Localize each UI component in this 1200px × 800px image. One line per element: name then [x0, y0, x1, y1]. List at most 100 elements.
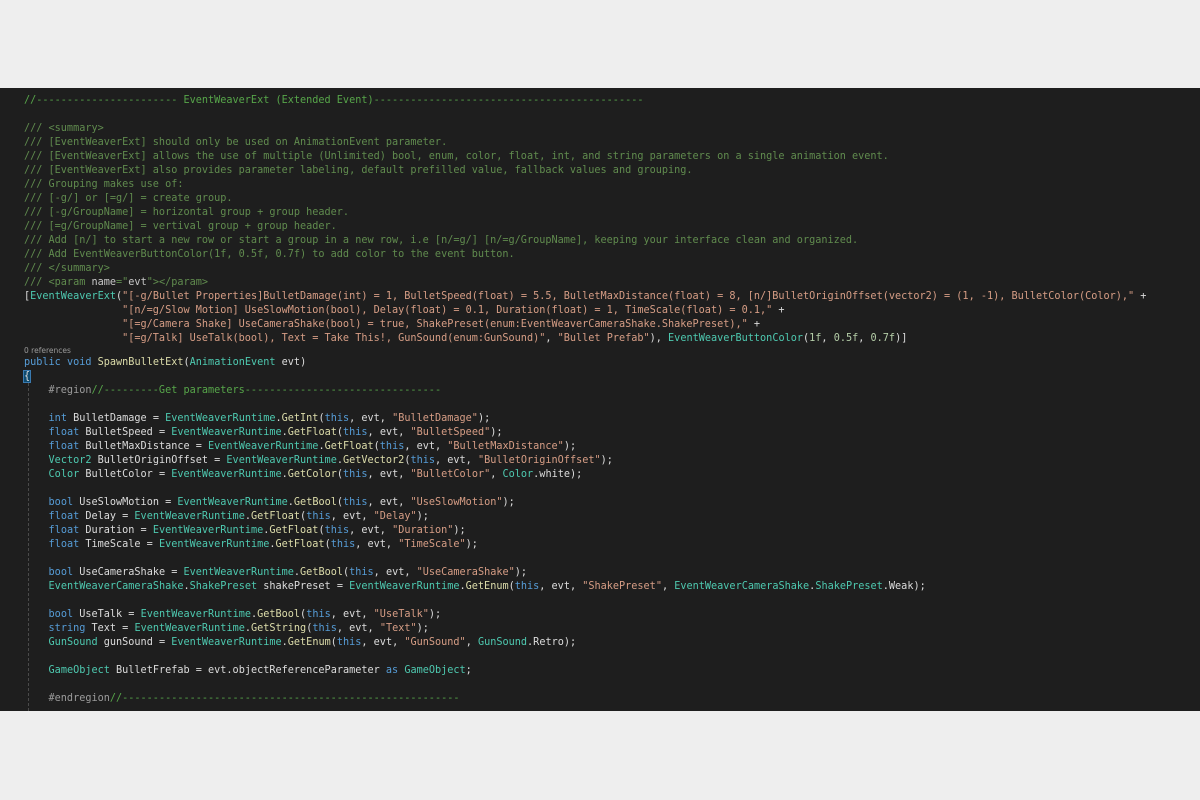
code-line[interactable]: int BulletDamage = EventWeaverRuntime.Ge…	[24, 412, 491, 426]
code-token: bool	[48, 567, 74, 578]
codelens-references[interactable]: 0 references	[24, 346, 71, 356]
code-line[interactable]: /// Add EventWeaverButtonColor(1f, 0.5f,…	[24, 248, 515, 262]
code-token: "UseCameraShake"	[416, 567, 515, 578]
code-line[interactable]: Color BulletColor = EventWeaverRuntime.G…	[24, 468, 583, 482]
code-token: BulletOriginOffset =	[91, 455, 227, 466]
code-token: GunSound	[477, 637, 528, 648]
code-token: GetFloat	[269, 525, 319, 536]
code-line[interactable]: Vector2 BulletOriginOffset = EventWeaver…	[24, 454, 613, 468]
code-line[interactable]: /// [EventWeaverExt] should only be used…	[24, 136, 447, 150]
code-line[interactable]: /// [EventWeaverExt] allows the use of m…	[24, 150, 889, 164]
code-token: , evt,	[367, 469, 411, 480]
code-line[interactable]: bool UseTalk = EventWeaverRuntime.GetBoo…	[24, 608, 442, 622]
code-token: "ShakePreset"	[582, 581, 662, 592]
code-line[interactable]: //----------------------- EventWeaverExt…	[24, 94, 643, 108]
code-token: GetFloat	[250, 511, 301, 522]
code-token: ,	[545, 333, 558, 344]
code-token: /// Grouping makes use of:	[24, 179, 184, 190]
code-token: GetBool	[300, 567, 343, 578]
code-line[interactable]: /// [EventWeaverExt] also provides param…	[24, 164, 693, 178]
code-token: "BulletMaxDistance"	[447, 441, 564, 452]
code-line[interactable]: string Text = EventWeaverRuntime.GetStri…	[24, 622, 429, 636]
code-line[interactable]: float TimeScale = EventWeaverRuntime.Get…	[24, 538, 478, 552]
code-line[interactable]: #endregion//----------------------------…	[24, 692, 460, 706]
code-token: );	[416, 511, 429, 522]
code-token: GetFloat	[275, 539, 325, 550]
code-token: EventWeaverRuntime	[165, 413, 276, 424]
code-line[interactable]: /// Add [n/] to start a new row or start…	[24, 234, 858, 248]
code-line[interactable]: public void SpawnBulletExt(AnimationEven…	[24, 356, 306, 370]
code-editor[interactable]: 0 references //----------------------- E…	[0, 88, 1200, 711]
code-token: +	[772, 305, 785, 316]
code-line[interactable]: /// [=g/GroupName] = vertival group + gr…	[24, 220, 337, 234]
code-token: TimeScale =	[79, 539, 159, 550]
code-line[interactable]: float BulletSpeed = EventWeaverRuntime.G…	[24, 426, 503, 440]
code-token: GetEnum	[287, 637, 331, 648]
code-token: 0.7f	[870, 333, 896, 344]
code-line[interactable]: [EventWeaverExt("[-g/Bullet Properties]B…	[24, 290, 1146, 304]
code-token: evt	[128, 277, 147, 288]
code-token: );	[502, 497, 515, 508]
code-token: EventWeaverRuntime	[134, 511, 245, 522]
code-token: EventWeaverRuntime	[171, 427, 282, 438]
code-line[interactable]: bool UseSlowMotion = EventWeaverRuntime.…	[24, 496, 515, 510]
code-line[interactable]: /// <param name="evt"></param>	[24, 276, 208, 290]
code-line[interactable]: {	[22, 370, 32, 384]
code-token: , evt,	[349, 525, 393, 536]
code-token: "BulletSpeed"	[410, 427, 491, 438]
code-line[interactable]: "[=g/Camera Shake] UseCameraShake(bool) …	[24, 318, 760, 332]
code-token: EventWeaverRuntime	[171, 637, 282, 648]
code-line[interactable]: bool UseCameraShake = EventWeaverRuntime…	[24, 566, 527, 580]
code-token: "Bullet Prefab"	[557, 333, 650, 344]
code-token: EventWeaverCameraShake	[48, 581, 184, 592]
code-token: GetFloat	[324, 441, 374, 452]
code-token: float	[48, 525, 80, 536]
code-token: ,	[858, 333, 871, 344]
code-token: /// [-g/GroupName] = horizontal group + …	[24, 207, 350, 218]
code-line[interactable]: EventWeaverCameraShake.ShakePreset shake…	[24, 580, 926, 594]
code-line[interactable]: GunSound gunSound = EventWeaverRuntime.G…	[24, 636, 577, 650]
code-line[interactable]: "[n/=g/Slow Motion] UseSlowMotion(bool),…	[24, 304, 785, 318]
code-line[interactable]: GameObject BulletFrefab = evt.objectRefe…	[24, 664, 472, 678]
code-token: this	[349, 567, 374, 578]
code-token: "GunSound"	[404, 637, 466, 648]
code-token: .Weak);	[882, 581, 926, 592]
code-line[interactable]: /// <summary>	[24, 122, 104, 136]
code-token: +	[747, 319, 761, 330]
code-line[interactable]: /// Grouping makes use of:	[24, 178, 183, 192]
code-token: , evt,	[336, 623, 380, 634]
code-line[interactable]: #region//---------Get parameters--------…	[24, 384, 442, 398]
code-token: EventWeaverRuntime	[134, 623, 245, 634]
code-token: ),	[649, 333, 669, 344]
code-token: .Retro);	[527, 637, 577, 648]
code-line[interactable]: /// </summary>	[24, 262, 110, 276]
code-token: "Duration"	[392, 525, 454, 536]
code-token: );	[416, 623, 429, 634]
code-line[interactable]: "[=g/Talk] UseTalk(bool), Text = Take Th…	[24, 332, 907, 346]
code-token: /// [EventWeaverExt] should only be used…	[24, 137, 448, 148]
code-line[interactable]: /// [-g/] or [=g/] = create group.	[24, 192, 233, 206]
code-token: "[n/=g/Slow Motion] UseSlowMotion(bool),…	[24, 305, 773, 316]
code-token: /// <param	[24, 277, 92, 288]
code-token: this	[379, 441, 405, 452]
code-token: Delay =	[79, 511, 135, 522]
code-line[interactable]: /// [-g/GroupName] = horizontal group + …	[24, 206, 349, 220]
code-token: UseTalk =	[73, 609, 141, 620]
code-token: float	[48, 427, 80, 438]
code-token: float	[48, 441, 80, 452]
code-token: this	[514, 581, 540, 592]
code-line[interactable]: float Delay = EventWeaverRuntime.GetFloa…	[24, 510, 429, 524]
code-token: this	[324, 525, 350, 536]
code-line[interactable]: float Duration = EventWeaverRuntime.GetF…	[24, 524, 466, 538]
code-token: .white);	[533, 469, 583, 480]
code-token: as	[385, 665, 399, 676]
code-line[interactable]: float BulletMaxDistance = EventWeaverRun…	[24, 440, 577, 454]
